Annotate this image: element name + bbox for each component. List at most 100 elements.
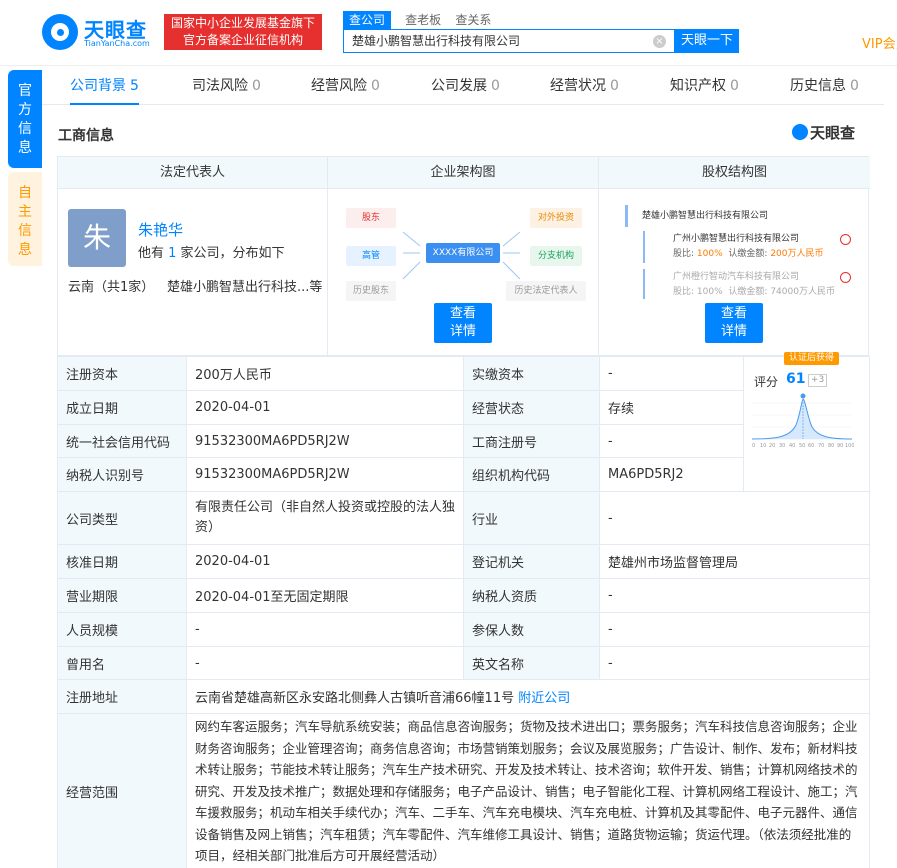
equity-holder-1: 广州小鹏智慧出行科技有限公司 股比: 100% 认缴金额: 200万人民币 <box>643 231 855 263</box>
expand-icon[interactable] <box>840 272 851 283</box>
cell-label: 参保人数 <box>463 612 600 647</box>
capital-label: 认缴金额: <box>728 249 768 259</box>
side-tab-self-label: 自主信息 <box>18 185 32 258</box>
capital-value: 74000万人民币 <box>770 287 835 297</box>
equity-detail-button[interactable]: 查看详情 <box>705 303 763 343</box>
cell-label: 行业 <box>463 491 600 545</box>
registered-capital: 200万人民币 <box>186 356 464 391</box>
nav-label: 司法风险 <box>192 78 248 94</box>
tab-search-boss[interactable]: 查老板 <box>405 11 441 29</box>
org-code: MA6PD5RJ2 <box>599 457 744 492</box>
cell-label: 纳税人资质 <box>463 578 600 613</box>
search-box: × <box>343 29 675 53</box>
axis-tick: 30 <box>779 443 785 449</box>
business-term: 2020-04-01至无固定期限 <box>186 578 464 613</box>
cell-label: 公司类型 <box>57 491 187 545</box>
nav-label: 经营状况 <box>550 78 606 94</box>
section-logo-text: 天眼查 <box>810 124 856 142</box>
equity-holder-2: 广州橙行智动汽车科技有限公司 股比: 100% 认缴金额: 74000万人民币 <box>643 269 855 299</box>
tab-history-info[interactable]: 历史信息 0 <box>790 68 859 105</box>
equity-header: 股权结构图 <box>599 157 870 189</box>
table-row: 人员规模 - 参保人数 - <box>57 612 870 647</box>
clear-icon[interactable]: × <box>653 35 666 48</box>
side-tab-self-info[interactable]: 自主信息 <box>8 172 42 266</box>
axis-tick: 20 <box>769 443 775 449</box>
overview-panel: 法定代表人 朱 朱艳华 他有 1 家公司，分布如下 云南（共1家） 楚雄小鹏智慧… <box>57 156 870 356</box>
ratio-value: 100% <box>696 249 723 259</box>
nav-count: 0 <box>491 78 500 94</box>
staff-size: - <box>186 612 464 647</box>
arch-branch: 分支机构 <box>530 246 582 266</box>
axis-tick: 60 <box>808 443 814 449</box>
legal-rep-location: 云南（共1家） <box>68 280 155 295</box>
nav-count: 0 <box>610 78 619 94</box>
nav-label: 知识产权 <box>670 78 726 94</box>
cell-label: 注册地址 <box>57 679 187 714</box>
registration-authority: 楚雄州市场监督管理局 <box>599 544 870 579</box>
arch-shareholder: 股东 <box>346 208 396 228</box>
registration-number: - <box>599 424 744 458</box>
cell-label: 经营状态 <box>463 390 600 425</box>
tab-judicial-risk[interactable]: 司法风险 0 <box>192 68 261 105</box>
tab-intellectual-property[interactable]: 知识产权 0 <box>670 68 739 105</box>
tab-search-company[interactable]: 查公司 <box>343 11 392 29</box>
structure-header: 企业架构图 <box>328 157 598 189</box>
nav-count: 0 <box>371 78 380 94</box>
former-name: - <box>186 646 464 680</box>
search-button[interactable]: 天眼一下 <box>675 29 739 53</box>
score-axis: 0 10 20 30 40 50 60 70 80 90 100 <box>752 443 854 449</box>
legal-rep-name[interactable]: 朱艳华 <box>138 219 183 240</box>
axis-tick: 80 <box>828 443 834 449</box>
score-value[interactable]: 61 <box>786 371 805 387</box>
score-label: 评分 <box>754 375 779 389</box>
tab-operating-risk[interactable]: 经营风险 0 <box>311 68 380 105</box>
axis-tick: 50 <box>799 443 805 449</box>
nearby-companies-link[interactable]: 附近公司 <box>518 691 570 706</box>
address-text: 云南省楚雄高新区永安路北侧彝人古镇听音浦66幢11号 <box>195 691 515 706</box>
avatar[interactable]: 朱 <box>68 209 126 267</box>
banner-line1: 国家中小企业发展基金旗下 <box>170 16 315 30</box>
section-title: 工商信息 <box>58 128 114 144</box>
nav-label: 历史信息 <box>790 78 846 94</box>
official-banner[interactable]: 国家中小企业发展基金旗下 官方备案企业征信机构 <box>164 14 322 50</box>
equity-detail-label: 查看详情 <box>720 306 747 339</box>
nav-count: 0 <box>850 78 859 94</box>
table-row: 曾用名 - 英文名称 - <box>57 646 870 680</box>
desc-post: 家公司，分布如下 <box>176 246 285 261</box>
eye-logo-icon <box>42 14 78 50</box>
taxpayer-qualification: - <box>599 578 870 613</box>
registered-address: 云南省楚雄高新区永安路北侧彝人古镇听音浦66幢11号 附近公司 <box>186 679 870 714</box>
structure-detail-button[interactable]: 查看详情 <box>434 303 492 343</box>
equity-holder-1-name: 广州小鹏智慧出行科技有限公司 <box>673 234 800 244</box>
nav-label: 经营风险 <box>311 78 367 94</box>
axis-tick: 90 <box>837 443 843 449</box>
tab-search-relation[interactable]: 查关系 <box>455 11 491 29</box>
side-tab-official-info[interactable]: 官方信息 <box>8 70 42 168</box>
search-tabs: 查公司 查老板 查关系 <box>343 11 501 29</box>
equity-holder-2-name: 广州橙行智动汽车科技有限公司 <box>673 272 800 282</box>
legal-rep-company[interactable]: 楚雄小鹏智慧出行科技...等 <box>167 276 322 295</box>
cell-label: 组织机构代码 <box>463 457 600 492</box>
top-header: 天眼查 TianYanCha.com 国家中小企业发展基金旗下 官方备案企业征信… <box>0 0 897 66</box>
cell-label: 核准日期 <box>57 544 187 579</box>
found-date: 2020-04-01 <box>186 390 464 425</box>
tianyancha-logo[interactable]: 天眼查 TianYanCha.com <box>42 12 158 52</box>
arch-history-shareholder: 历史股东 <box>346 281 396 301</box>
side-tab-official-label: 官方信息 <box>18 83 32 156</box>
table-row: 经营范围 网约车客运服务；汽车导航系统安装；商品信息咨询服务；货物及技术进出口；… <box>57 713 870 868</box>
expand-icon[interactable] <box>840 234 851 245</box>
tab-company-background[interactable]: 公司背景 5 <box>70 68 139 105</box>
structure-detail-label: 查看详情 <box>449 306 476 339</box>
tab-company-development[interactable]: 公司发展 0 <box>431 68 500 105</box>
approval-date: 2020-04-01 <box>186 544 464 579</box>
credit-code: 91532300MA6PD5RJ2W <box>186 424 464 458</box>
ratio-label: 股比: <box>673 249 695 259</box>
axis-tick: 100 <box>845 443 854 449</box>
section-logo: 天眼查 <box>792 122 855 143</box>
vip-link[interactable]: VIP会员 <box>862 33 897 52</box>
nav-count: 0 <box>252 78 261 94</box>
search-input[interactable] <box>352 33 642 47</box>
legal-rep-desc: 他有 1 家公司，分布如下 <box>138 242 285 261</box>
banner-line2: 官方备案企业征信机构 <box>182 33 303 47</box>
tab-operating-status[interactable]: 经营状况 0 <box>550 68 619 105</box>
